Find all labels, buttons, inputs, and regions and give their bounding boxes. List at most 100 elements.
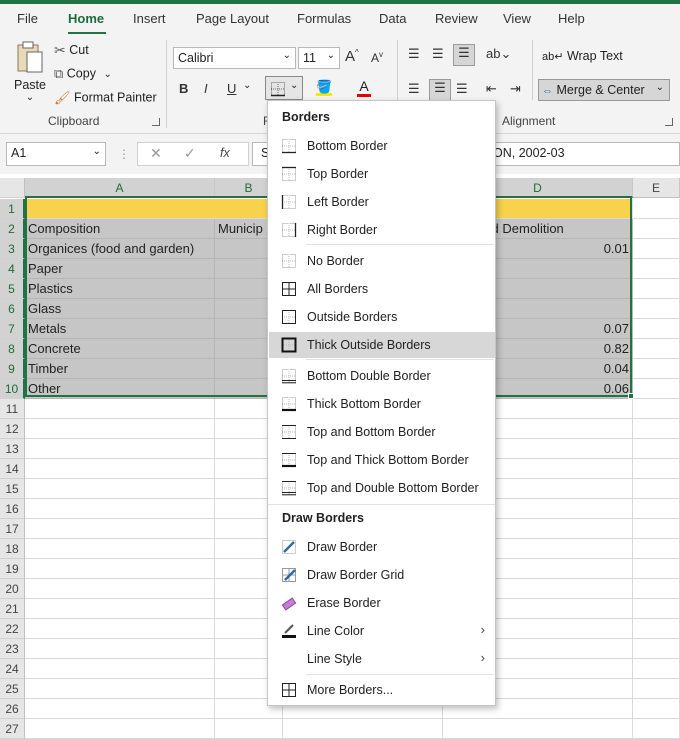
- bold-button[interactable]: B: [179, 81, 188, 96]
- enter-icon[interactable]: ✓: [184, 145, 196, 162]
- merge-center-button[interactable]: ⇔ Merge & Center ⌄: [538, 79, 670, 101]
- row-header-3[interactable]: 3: [0, 239, 25, 259]
- name-box[interactable]: A1 ⌄: [6, 142, 106, 166]
- menu-item-outside-borders[interactable]: Outside Borders: [269, 304, 495, 330]
- align-left-icon[interactable]: ☰: [408, 81, 420, 97]
- menu-item-right-border[interactable]: Right Border: [269, 217, 495, 243]
- cell[interactable]: [25, 419, 215, 439]
- select-all-corner[interactable]: [0, 178, 25, 198]
- align-middle-icon[interactable]: ☰: [432, 46, 444, 62]
- cell[interactable]: [283, 719, 443, 739]
- alignment-launcher-icon[interactable]: [665, 118, 673, 126]
- menu-item-line-style[interactable]: Line Style ›: [269, 646, 495, 672]
- data-cell-a[interactable]: Timber: [25, 359, 215, 379]
- cell[interactable]: [633, 659, 680, 679]
- cell[interactable]: [25, 619, 215, 639]
- cell[interactable]: [25, 699, 215, 719]
- cell[interactable]: [633, 399, 680, 419]
- cell[interactable]: [25, 459, 215, 479]
- row-header-10[interactable]: 10: [0, 379, 25, 399]
- menu-item-more-borders[interactable]: More Borders...: [269, 677, 495, 703]
- clipboard-launcher-icon[interactable]: [152, 118, 160, 126]
- cell[interactable]: [633, 539, 680, 559]
- cell[interactable]: [633, 559, 680, 579]
- format-painter-button[interactable]: 🖌 Format Painter: [54, 90, 157, 106]
- fill-color-button[interactable]: 🪣: [316, 79, 332, 96]
- row-header-25[interactable]: 25: [0, 679, 25, 699]
- tab-view[interactable]: View: [503, 11, 531, 26]
- row-header-8[interactable]: 8: [0, 339, 25, 359]
- cell[interactable]: [633, 719, 680, 739]
- data-cell-a[interactable]: Other: [25, 379, 215, 399]
- increase-indent-icon[interactable]: ⇥: [510, 81, 521, 97]
- menu-item-left-border[interactable]: Left Border: [269, 189, 495, 215]
- fill-handle[interactable]: [628, 393, 634, 399]
- row-header-6[interactable]: 6: [0, 299, 25, 319]
- align-center-icon[interactable]: ☰: [429, 79, 451, 101]
- cell[interactable]: [25, 479, 215, 499]
- cell[interactable]: [633, 279, 680, 299]
- row-header-4[interactable]: 4: [0, 259, 25, 279]
- cut-button[interactable]: ✂ Cut: [54, 42, 89, 59]
- menu-item-top-and-thick-bottom-border[interactable]: Top and Thick Bottom Border: [269, 447, 495, 473]
- row-header-12[interactable]: 12: [0, 419, 25, 439]
- data-cell-a[interactable]: Organices (food and garden): [25, 239, 215, 259]
- row-header-17[interactable]: 17: [0, 519, 25, 539]
- italic-button[interactable]: I: [204, 81, 208, 96]
- row-header-1[interactable]: 1: [0, 199, 25, 219]
- data-cell-a[interactable]: Concrete: [25, 339, 215, 359]
- cell[interactable]: [25, 499, 215, 519]
- cell[interactable]: [25, 679, 215, 699]
- tab-insert[interactable]: Insert: [133, 11, 166, 26]
- cell[interactable]: [633, 319, 680, 339]
- cell[interactable]: [443, 719, 633, 739]
- data-cell-a[interactable]: Paper: [25, 259, 215, 279]
- align-right-icon[interactable]: ☰: [456, 81, 468, 97]
- cell[interactable]: [633, 299, 680, 319]
- font-color-button[interactable]: A: [357, 78, 371, 97]
- menu-item-thick-outside-borders[interactable]: Thick Outside Borders: [269, 332, 495, 358]
- underline-button[interactable]: U: [227, 81, 236, 96]
- menu-item-bottom-border[interactable]: Bottom Border: [269, 133, 495, 159]
- row-header-7[interactable]: 7: [0, 319, 25, 339]
- cell[interactable]: [633, 459, 680, 479]
- menu-item-erase-border[interactable]: Erase Border: [269, 590, 495, 616]
- tab-file[interactable]: File: [17, 11, 38, 26]
- cell[interactable]: [633, 359, 680, 379]
- tab-review[interactable]: Review: [435, 11, 478, 26]
- row-header-16[interactable]: 16: [0, 499, 25, 519]
- cell[interactable]: [633, 239, 680, 259]
- cell[interactable]: [25, 639, 215, 659]
- copy-button[interactable]: ⧉ Copy ⌄: [54, 66, 112, 82]
- row-header-24[interactable]: 24: [0, 659, 25, 679]
- tab-page-layout[interactable]: Page Layout: [196, 11, 269, 26]
- cell[interactable]: [633, 339, 680, 359]
- data-cell-a[interactable]: Glass: [25, 299, 215, 319]
- cell[interactable]: [215, 719, 283, 739]
- chevron-down-icon[interactable]: ⌄: [243, 80, 251, 91]
- row-header-21[interactable]: 21: [0, 599, 25, 619]
- menu-item-thick-bottom-border[interactable]: Thick Bottom Border: [269, 391, 495, 417]
- cell[interactable]: [633, 219, 680, 239]
- cell[interactable]: [633, 619, 680, 639]
- shrink-font-button[interactable]: Av: [371, 50, 383, 65]
- row-header-5[interactable]: 5: [0, 279, 25, 299]
- row-header-11[interactable]: 11: [0, 399, 25, 419]
- paste-button[interactable]: Paste ⌄: [12, 40, 48, 110]
- decrease-indent-icon[interactable]: ⇤: [486, 81, 497, 97]
- menu-item-all-borders[interactable]: All Borders: [269, 276, 495, 302]
- tab-help[interactable]: Help: [558, 11, 585, 26]
- data-cell-a[interactable]: Metals: [25, 319, 215, 339]
- cell[interactable]: [633, 639, 680, 659]
- cell[interactable]: [25, 659, 215, 679]
- cell[interactable]: [633, 379, 680, 399]
- cell[interactable]: [633, 699, 680, 719]
- font-size-select[interactable]: 11 ⌄: [298, 47, 340, 69]
- borders-button[interactable]: ⌄: [265, 76, 303, 100]
- cell[interactable]: [25, 439, 215, 459]
- align-top-icon[interactable]: ☰: [408, 46, 420, 62]
- menu-item-line-color[interactable]: Line Color ›: [269, 618, 495, 644]
- insert-function-icon[interactable]: fx: [220, 146, 230, 160]
- cell[interactable]: [25, 519, 215, 539]
- menu-item-draw-border-grid[interactable]: Draw Border Grid: [269, 562, 495, 588]
